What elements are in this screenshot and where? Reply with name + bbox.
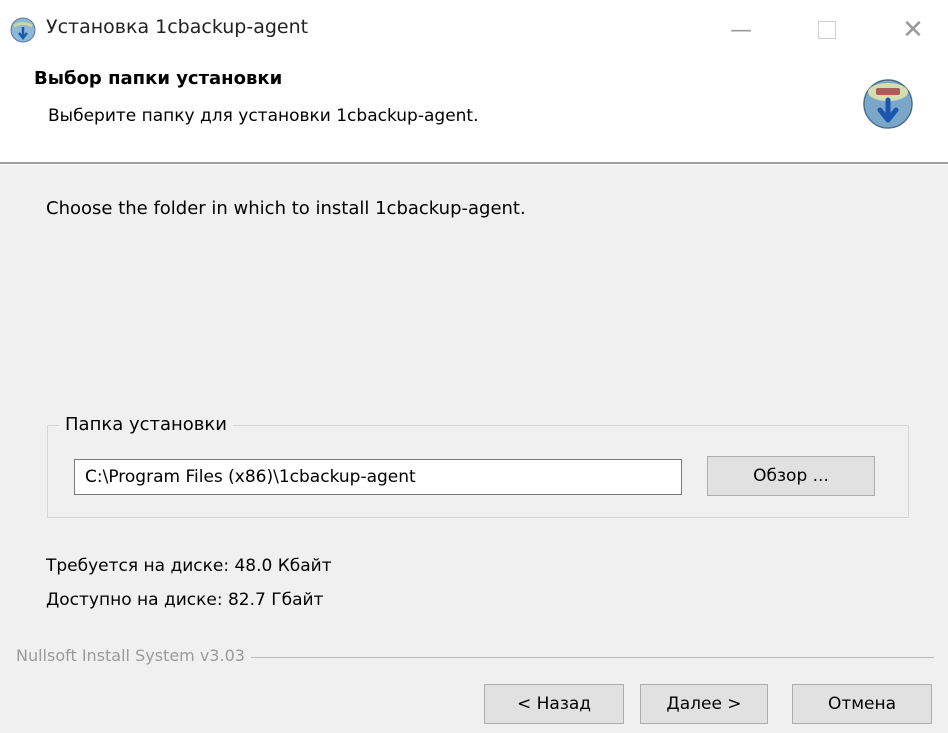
installer-globe-icon <box>10 17 36 43</box>
minimize-button[interactable]: — <box>718 8 764 52</box>
wizard-header: Выбор папки установки Выберите папку для… <box>0 62 948 162</box>
minimize-icon: — <box>730 17 752 43</box>
nsis-brand-label: Nullsoft Install System v3.03 <box>16 646 251 665</box>
next-button[interactable]: Далее > <box>640 684 768 724</box>
space-required-text: Требуется на диске: 48.0 Кбайт <box>46 556 332 576</box>
browse-button[interactable]: Обзор ... <box>707 456 875 496</box>
close-icon: ✕ <box>902 15 924 45</box>
description-text: Choose the folder in which to install 1c… <box>46 198 526 219</box>
maximize-button[interactable] <box>804 8 850 52</box>
close-button[interactable]: ✕ <box>890 8 936 52</box>
install-path-input[interactable] <box>74 459 682 495</box>
space-available-text: Доступно на диске: 82.7 Гбайт <box>46 590 324 610</box>
maximize-icon <box>818 21 836 39</box>
window-title: Установка 1cbackup-agent <box>46 16 309 38</box>
page-subtitle: Выберите папку для установки 1cbackup-ag… <box>48 106 479 126</box>
page-title: Выбор папки установки <box>34 68 283 89</box>
cancel-button[interactable]: Отмена <box>792 684 932 724</box>
installer-globe-icon <box>863 79 913 129</box>
header-divider <box>0 162 948 165</box>
back-button[interactable]: < Назад <box>484 684 624 724</box>
install-folder-legend: Папка установки <box>59 414 233 435</box>
title-bar[interactable]: Установка 1cbackup-agent — ✕ <box>0 0 948 62</box>
